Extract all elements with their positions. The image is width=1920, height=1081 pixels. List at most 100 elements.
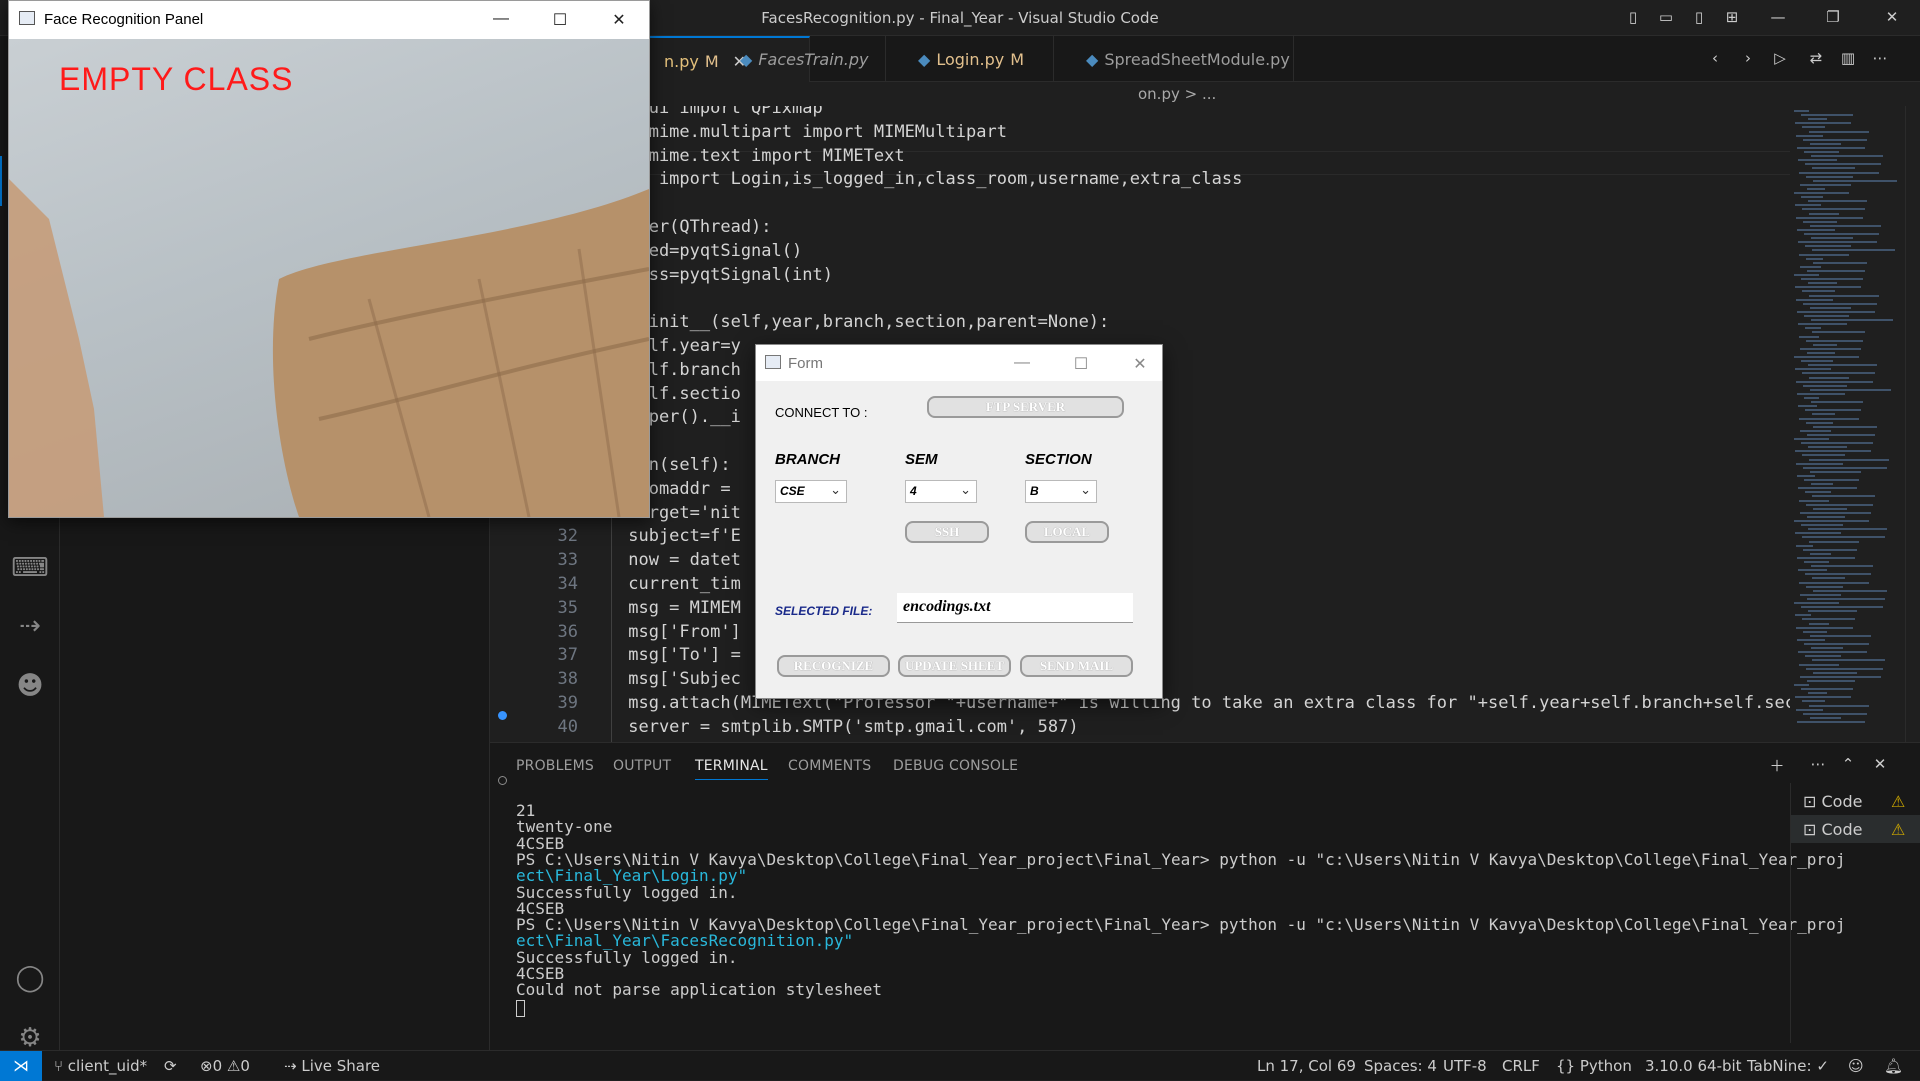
panel-more-icon[interactable]: ⋯ [1808, 755, 1828, 775]
minimap-line [1805, 245, 1851, 248]
code-line: gress=pyqtSignal(int) [618, 264, 833, 285]
toggle-secondary-sidebar-icon[interactable]: ▯ [1689, 8, 1709, 28]
minimap-line [1809, 458, 1889, 461]
minimize-icon[interactable]: — [1768, 8, 1788, 28]
minimap-line [1804, 561, 1829, 563]
close-icon[interactable]: ✕ [1130, 354, 1150, 374]
tab-login[interactable]: ◆ Login.py M [904, 36, 1054, 82]
face-window-titlebar[interactable]: Face Recognition Panel — ☐ ✕ [9, 1, 649, 39]
compare-icon[interactable]: ⇄ [1806, 49, 1826, 69]
minimap-line [1809, 622, 1829, 625]
minimap-line [1795, 450, 1871, 453]
ssh-button[interactable]: SSH [905, 521, 989, 543]
sem-select[interactable]: 4 ⌄ [905, 480, 977, 503]
minimize-icon[interactable]: — [1012, 354, 1032, 372]
minimap-line [1794, 602, 1839, 604]
ftp-server-button[interactable]: FTP SERVER [927, 396, 1124, 418]
python-interpreter[interactable]: 3.10.0 64-bit [1645, 1057, 1742, 1075]
maximize-icon[interactable]: ☐ [550, 10, 570, 30]
indentation[interactable]: Spaces: 4 [1364, 1057, 1437, 1075]
terminal-list-item[interactable]: ⊡ Code ⚠ [1791, 787, 1920, 815]
toggle-sidebar-icon[interactable]: ▯ [1623, 8, 1643, 28]
tabnine-status[interactable]: TabNine: ✓ [1747, 1057, 1829, 1075]
minimap-line [1813, 671, 1857, 674]
minimap-line [1801, 524, 1843, 527]
tab-comments[interactable]: COMMENTS [788, 758, 871, 774]
split-editor-icon[interactable]: ▥ [1838, 49, 1858, 69]
cursor-position[interactable]: Ln 17, Col 69 [1257, 1057, 1356, 1075]
run-icon[interactable]: ▷ [1770, 49, 1790, 69]
branch-select[interactable]: CSE ⌄ [775, 480, 847, 503]
tab-terminal[interactable]: TERMINAL [695, 758, 768, 780]
remote-icon[interactable]: ⋊ [0, 1051, 42, 1081]
command-decoration[interactable] [498, 776, 507, 785]
minimap-line [1811, 647, 1843, 650]
minimap-line [1808, 446, 1847, 449]
python-file-icon: ◆ [740, 50, 753, 69]
encoding[interactable]: UTF-8 [1443, 1057, 1487, 1075]
minimap-line [1796, 298, 1833, 301]
minimap-line [1797, 556, 1855, 559]
language-mode[interactable]: {} Python [1556, 1057, 1632, 1075]
breadcrumb[interactable]: on.py > ... [490, 82, 1790, 106]
close-panel-icon[interactable]: ✕ [1870, 755, 1890, 775]
section-header: SECTION [1025, 451, 1092, 468]
minimap-line [1800, 265, 1821, 268]
maximize-panel-icon[interactable]: ⌃ [1838, 755, 1858, 775]
line-ending[interactable]: CRLF [1502, 1057, 1540, 1075]
close-icon[interactable]: ✕ [1882, 8, 1902, 28]
branch-value: CSE [780, 484, 805, 498]
minimize-icon[interactable]: — [491, 10, 511, 28]
customize-layout-icon[interactable]: ⊞ [1722, 8, 1742, 28]
minimap-line [1795, 696, 1851, 699]
minimap-line [1804, 151, 1839, 153]
minimap-line [1801, 442, 1873, 445]
minimap-line [1797, 474, 1815, 477]
live-share-status[interactable]: ⇢ Live Share [284, 1057, 380, 1075]
feedback-icon[interactable]: ☺ [1848, 1057, 1864, 1075]
local-button[interactable]: LOCAL [1025, 521, 1109, 543]
sync-icon[interactable]: ⟳ [164, 1057, 177, 1075]
maximize-icon[interactable]: ☐ [1071, 354, 1091, 374]
go-forward-icon[interactable]: › [1738, 49, 1758, 69]
more-actions-icon[interactable]: ⋯ [1870, 49, 1890, 69]
terminal-icon[interactable]: ⌨ [10, 548, 50, 588]
minimap[interactable] [1790, 106, 1905, 742]
update-sheet-button[interactable]: UPDATE SHEET [898, 655, 1011, 677]
recognize-button[interactable]: RECOGNIZE [777, 655, 890, 677]
minimap-line [1809, 212, 1839, 215]
selected-file-field[interactable]: encodings.txt [897, 593, 1133, 623]
go-back-icon[interactable]: ‹ [1705, 49, 1725, 69]
minimap-line [1807, 433, 1875, 436]
section-select[interactable]: B ⌄ [1025, 480, 1097, 503]
live-share-icon[interactable]: ⇢ [10, 606, 50, 646]
tab-facestrain[interactable]: ◆ FacesTrain.py [726, 36, 886, 82]
language-label: Python [1579, 1057, 1632, 1075]
warning-count: 0 [240, 1057, 250, 1075]
terminal-cursor [516, 1000, 525, 1017]
editor-scrollbar[interactable] [1905, 106, 1920, 742]
tab-output[interactable]: OUTPUT [613, 758, 671, 774]
restore-icon[interactable]: ❐ [1823, 8, 1843, 28]
branch-status[interactable]: ⑂ client_uid* [54, 1057, 147, 1075]
tab-problems[interactable]: PROBLEMS [516, 758, 594, 774]
tab-debug-console[interactable]: DEBUG CONSOLE [893, 758, 1018, 774]
notifications-bell-icon[interactable]: 🔔︎ [1884, 1057, 1903, 1075]
tab-spreadsheetmodule[interactable]: ◆ SpreadSheetModule.py [1072, 36, 1294, 82]
send-mail-button[interactable]: SEND MAIL [1020, 655, 1133, 677]
minimap-line [1811, 319, 1893, 322]
toggle-panel-icon[interactable]: ▭ [1656, 8, 1676, 28]
extension-icon[interactable]: ☻ [10, 666, 50, 706]
problems-status[interactable]: ⊗0 ⚠0 [200, 1057, 250, 1075]
minimap-line [1812, 331, 1865, 334]
new-terminal-icon[interactable]: ＋ [1767, 755, 1787, 775]
minimap-line [1800, 675, 1881, 678]
form-titlebar[interactable]: Form — ☐ ✕ [756, 345, 1162, 381]
command-decoration[interactable] [498, 711, 507, 720]
account-icon[interactable]: ◯ [10, 958, 50, 998]
code-line: msg['Subjec [618, 669, 741, 690]
minimap-line [1805, 491, 1831, 494]
terminal-list-item[interactable]: ⊡ Code ⚠ [1791, 815, 1920, 843]
close-icon[interactable]: ✕ [609, 10, 629, 30]
minimap-line [1808, 610, 1857, 613]
